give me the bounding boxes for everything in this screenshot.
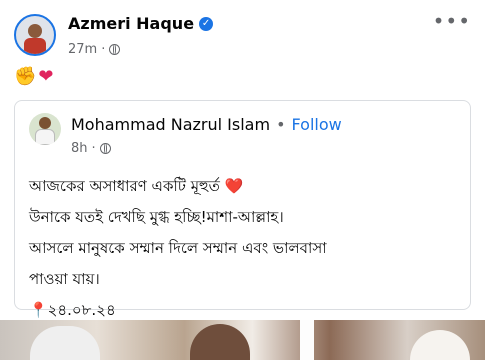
post-author-name[interactable]: Azmeri Haque — [68, 14, 194, 33]
post-text-line: আজকের অসাধারণ একটি মূহুর্ত ❤️ — [29, 177, 244, 195]
meta-dot: · — [101, 42, 106, 57]
shared-post-meta: 8h · — [71, 141, 111, 156]
photo-region — [300, 320, 314, 360]
post-meta: 27m · — [68, 42, 121, 57]
photo-region — [30, 326, 100, 360]
verified-badge-icon: ✓ — [199, 16, 214, 31]
shared-author-name[interactable]: Mohammad Nazrul Islam — [71, 115, 270, 134]
fist-bump-emoji-icon: ✊ — [14, 66, 37, 87]
shared-post-text: আজকের অসাধারণ একটি মূহুর্ত ❤️ উনাকে যতই … — [29, 171, 456, 326]
post-reactions: ✊ ❤ — [14, 66, 54, 87]
post-text-line: আসলে মানুষকে সম্মান দিলে সম্মান এবং ভালব… — [29, 239, 327, 257]
more-options-icon[interactable]: ••• — [433, 11, 471, 31]
globe-icon — [99, 143, 111, 154]
post-time[interactable]: 27m — [68, 42, 97, 57]
separator-dot: • — [276, 115, 286, 134]
meta-dot: · — [91, 141, 96, 156]
globe-icon — [109, 44, 121, 55]
shared-author-avatar[interactable] — [29, 113, 61, 145]
post-text-line: পাওয়া যায়। — [29, 270, 100, 288]
post-author[interactable]: Azmeri Haque ✓ — [68, 14, 214, 33]
avatar-person-head — [28, 24, 42, 38]
shared-avatar-body — [35, 129, 55, 145]
avatar-person-body — [24, 38, 46, 54]
post-text-line: উনাকে যতই দেখছি মুগ্ধ হচ্ছি!মাশা-আল্লাহ। — [29, 208, 284, 226]
post-avatar[interactable] — [14, 14, 56, 56]
heart-emoji-icon: ❤ — [38, 66, 54, 87]
post-photo[interactable] — [0, 320, 485, 360]
shared-author-line: Mohammad Nazrul Islam • Follow — [71, 115, 342, 134]
photo-region — [190, 324, 250, 360]
shared-avatar-head — [39, 117, 51, 129]
photo-region — [410, 330, 470, 360]
shared-post-card[interactable]: Mohammad Nazrul Islam • Follow 8h · আজকে… — [14, 100, 471, 319]
shared-post-time[interactable]: 8h — [71, 141, 88, 156]
follow-button[interactable]: Follow — [292, 115, 342, 134]
